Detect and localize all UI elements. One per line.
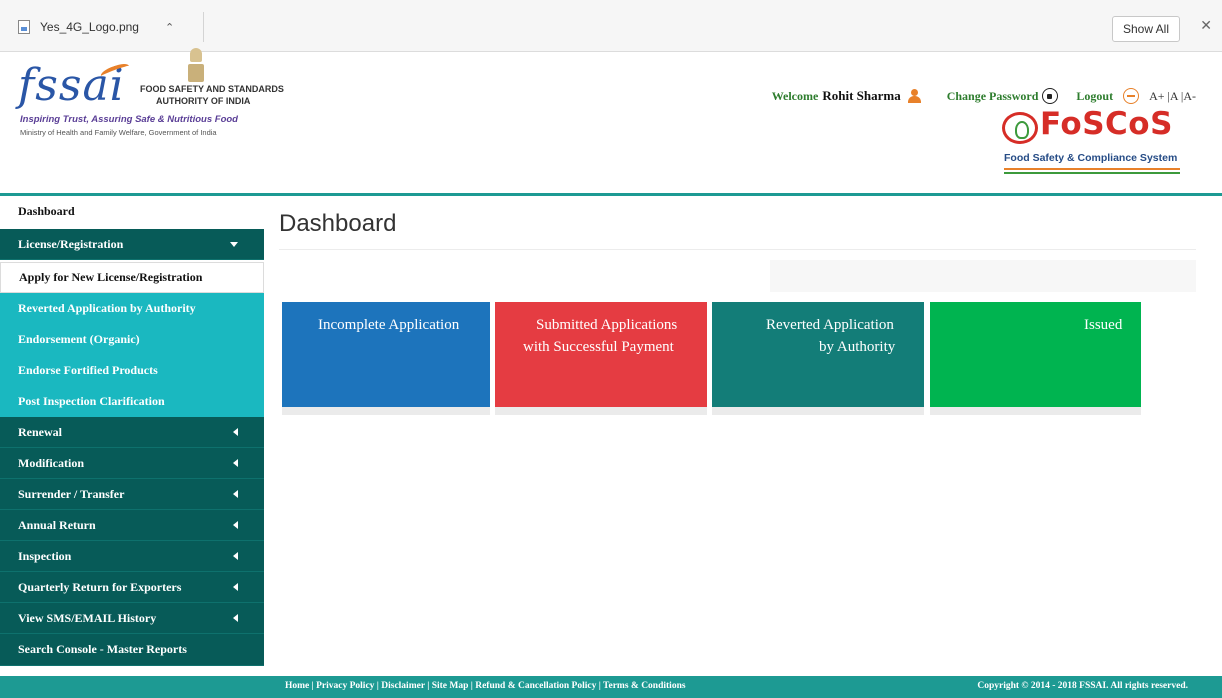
top-nav: Welcome Rohit Sharma Change Password Log… xyxy=(772,88,1196,104)
sidebar-item-label: Renewal xyxy=(18,424,62,439)
sidebar-item-annual-return[interactable]: Annual Return xyxy=(0,510,264,541)
close-icon[interactable]: ✕ xyxy=(1200,18,1212,34)
foscos-word: FoSCoS xyxy=(1040,106,1173,142)
divider xyxy=(1004,172,1180,174)
sidebar-item-label: View SMS/EMAIL History xyxy=(18,610,157,625)
download-file-name[interactable]: Yes_4G_Logo.png xyxy=(40,20,139,34)
sidebar-subitem-endorse-fortified[interactable]: Endorse Fortified Products xyxy=(0,355,264,386)
chevron-up-icon[interactable]: ⌃ xyxy=(165,21,174,34)
lock-icon[interactable] xyxy=(1042,88,1059,104)
tagline: Inspiring Trust, Assuring Safe & Nutriti… xyxy=(20,114,238,125)
site-footer: Home | Privacy Policy | Disclaimer | Sit… xyxy=(0,676,1222,698)
sidebar-item-license-registration[interactable]: License/Registration xyxy=(0,229,264,260)
sidebar-item-label: Endorsement (Organic) xyxy=(18,332,140,346)
foscos-subtitle: Food Safety & Compliance System xyxy=(1004,152,1178,164)
sidebar-item-modification[interactable]: Modification xyxy=(0,448,264,479)
caret-left-icon xyxy=(233,459,238,467)
filter-strip xyxy=(770,260,1196,292)
sidebar-item-surrender-transfer[interactable]: Surrender / Transfer xyxy=(0,479,264,510)
divider xyxy=(279,249,1196,250)
card-title: Issued xyxy=(1084,317,1123,333)
sidebar-item-sms-email-history[interactable]: View SMS/EMAIL History xyxy=(0,603,264,634)
card-issued[interactable]: Issued xyxy=(930,302,1141,415)
card-title: Reverted Application xyxy=(766,317,894,333)
copyright-text: Copyright © 2014 - 2018 FSSAI. All right… xyxy=(977,681,1188,691)
download-item[interactable]: Yes_4G_Logo.png ⌃ xyxy=(14,12,204,42)
sidebar-item-label: Dashboard xyxy=(18,204,75,218)
change-password-link[interactable]: Change Password xyxy=(947,89,1039,104)
ministry-text: Ministry of Health and Family Welfare, G… xyxy=(20,128,217,137)
caret-left-icon xyxy=(233,428,238,436)
foscos-logo[interactable]: FoSCoS Food Safety & Compliance System xyxy=(1002,106,1186,192)
logout-icon[interactable] xyxy=(1123,88,1140,104)
card-reverted-application[interactable]: Reverted Application by Authority xyxy=(712,302,924,415)
sidebar-item-label: Search Console - Master Reports xyxy=(18,642,187,656)
user-icon[interactable] xyxy=(907,89,925,103)
sidebar-item-quarterly-return[interactable]: Quarterly Return for Exporters xyxy=(0,572,264,603)
caret-left-icon xyxy=(233,552,238,560)
card-subtitle: by Authority xyxy=(819,339,896,355)
divider xyxy=(1004,168,1180,170)
sidebar-subitem-endorsement-organic[interactable]: Endorsement (Organic) xyxy=(0,324,264,355)
sidebar-item-label: Inspection xyxy=(18,548,72,563)
logout-link[interactable]: Logout xyxy=(1076,89,1113,104)
sidebar-item-label: Post Inspection Clarification xyxy=(18,394,165,408)
welcome-label: Welcome xyxy=(771,88,819,103)
caret-left-icon xyxy=(233,614,238,622)
sidebar-item-inspection[interactable]: Inspection xyxy=(0,541,264,572)
sidebar-item-apply-new[interactable]: Apply for New License/Registration xyxy=(0,262,264,293)
sidebar-nav: Dashboard License/Registration Apply for… xyxy=(0,199,264,669)
sidebar-subitem-post-inspection[interactable]: Post Inspection Clarification xyxy=(0,386,264,417)
sidebar-item-label: Quarterly Return for Exporters xyxy=(18,579,182,594)
sidebar-item-label: Reverted Application by Authority xyxy=(18,301,196,315)
apple-logo-icon xyxy=(1002,112,1038,144)
sidebar-item-label: Endorse Fortified Products xyxy=(18,363,158,377)
show-all-button[interactable]: Show All xyxy=(1111,16,1180,42)
sidebar-item-dashboard[interactable]: Dashboard xyxy=(0,199,264,224)
sidebar-item-search-console[interactable]: Search Console - Master Reports xyxy=(0,634,264,666)
user-name: Rohit Sharma xyxy=(822,88,901,103)
card-title: Submitted Applications xyxy=(536,317,678,333)
sidebar-item-renewal[interactable]: Renewal xyxy=(0,417,264,448)
download-bar: Yes_4G_Logo.png ⌃ Show All ✕ xyxy=(0,0,1222,52)
fssai-logo[interactable]: fssai FOOD SAFETY AND STANDARDS AUTHORIT… xyxy=(14,48,294,146)
org-name-line1: FOOD SAFETY AND STANDARDS xyxy=(140,84,284,94)
sidebar-item-label: Apply for New License/Registration xyxy=(19,270,203,284)
sidebar-item-label: Surrender / Transfer xyxy=(18,486,125,501)
page-title: Dashboard xyxy=(279,210,397,237)
file-icon xyxy=(18,20,30,34)
national-emblem-icon xyxy=(188,48,204,84)
card-submitted-applications[interactable]: Submitted Applications with Successful P… xyxy=(495,302,707,415)
caret-left-icon xyxy=(233,583,238,591)
sidebar-item-label: Annual Return xyxy=(18,517,96,532)
card-title: Incomplete Application xyxy=(318,317,460,333)
card-incomplete-application[interactable]: Incomplete Application xyxy=(282,302,490,415)
footer-links[interactable]: Home | Privacy Policy | Disclaimer | Sit… xyxy=(285,681,686,691)
org-name-line2: AUTHORITY OF INDIA xyxy=(156,96,251,106)
caret-left-icon xyxy=(233,490,238,498)
sidebar-item-label: License/Registration xyxy=(18,236,124,251)
sidebar-item-label: Modification xyxy=(18,455,84,470)
sidebar-subitem-reverted[interactable]: Reverted Application by Authority xyxy=(0,293,264,324)
caret-down-icon xyxy=(230,242,238,247)
font-size-controls[interactable]: A+ |A |A- xyxy=(1149,89,1196,104)
card-subtitle: with Successful Payment xyxy=(523,339,674,355)
caret-left-icon xyxy=(233,521,238,529)
